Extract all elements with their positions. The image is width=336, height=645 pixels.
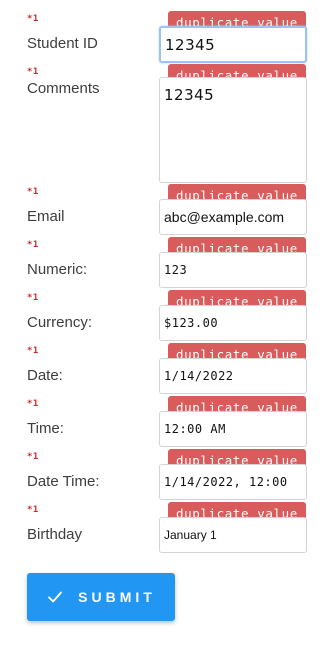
required-marker: *1 xyxy=(27,293,39,303)
email-input[interactable]: abc@example.com xyxy=(159,199,307,235)
submit-label: SUBMIT xyxy=(78,589,156,605)
required-marker: *1 xyxy=(27,399,39,409)
birthday-label: Birthday xyxy=(27,526,83,543)
comments-textarea[interactable]: 12345 xyxy=(159,77,307,183)
date-label: Date: xyxy=(27,367,63,384)
required-marker: *1 xyxy=(27,452,39,462)
check-icon xyxy=(48,591,63,603)
submit-button[interactable]: SUBMIT xyxy=(27,573,175,621)
required-marker: *1 xyxy=(27,187,39,197)
date-time-label: Date Time: xyxy=(27,473,100,490)
date-time-input[interactable]: 1/14/2022, 12:00 xyxy=(159,464,307,500)
time-input[interactable]: 12:00 AM xyxy=(159,411,307,447)
required-marker: *1 xyxy=(27,67,39,77)
required-marker: *1 xyxy=(27,240,39,250)
required-marker: *1 xyxy=(27,14,39,24)
numeric-label: Numeric: xyxy=(27,261,88,278)
required-marker: *1 xyxy=(27,346,39,356)
student-id-input[interactable]: 12345 xyxy=(159,26,307,63)
numeric-input[interactable]: 123 xyxy=(159,252,307,288)
comments-label: Comments xyxy=(27,80,100,97)
email-label: Email xyxy=(27,208,65,225)
birthday-select[interactable]: January 1 xyxy=(159,517,307,553)
student-id-label: Student ID xyxy=(27,35,98,52)
currency-label: Currency: xyxy=(27,314,93,331)
required-marker: *1 xyxy=(27,505,39,515)
currency-input[interactable]: $123.00 xyxy=(159,305,307,341)
date-input[interactable]: 1/14/2022 xyxy=(159,358,307,394)
time-label: Time: xyxy=(27,420,64,437)
